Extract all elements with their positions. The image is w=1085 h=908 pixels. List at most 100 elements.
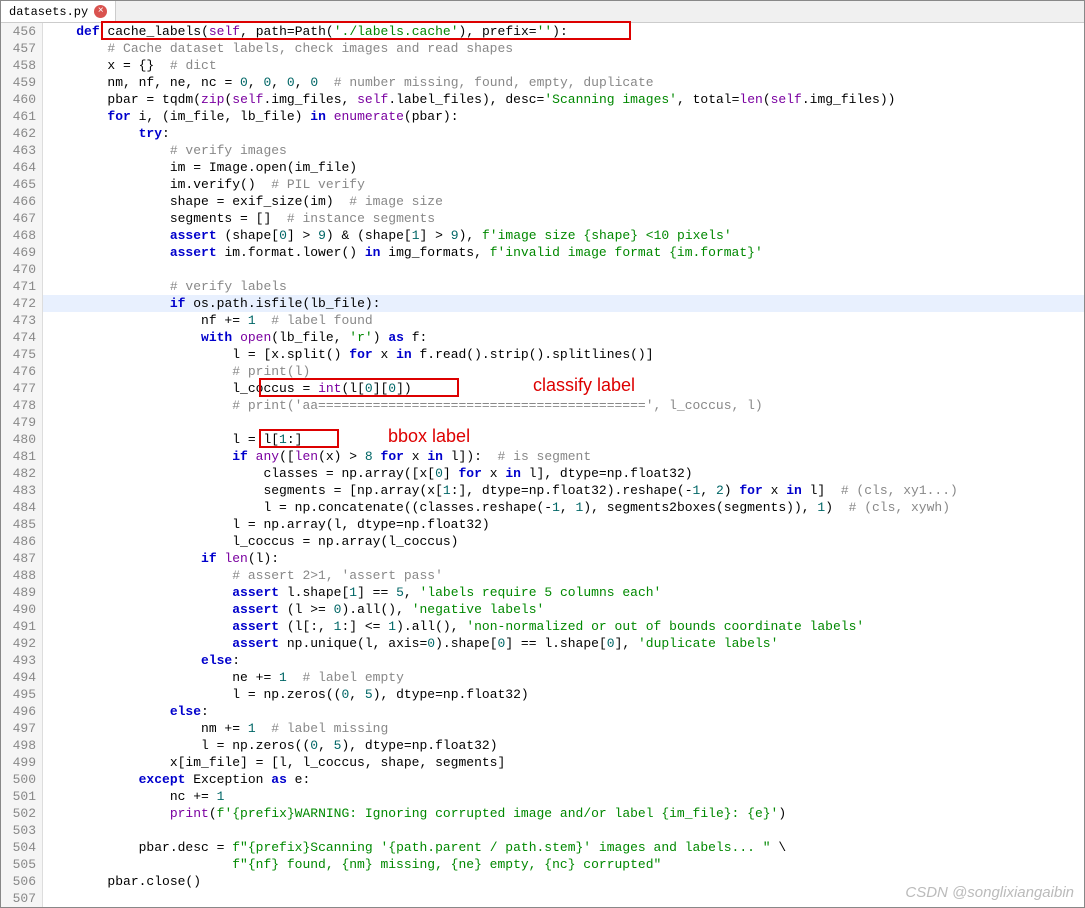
line-number: 507 xyxy=(1,890,42,907)
line-number: 499 xyxy=(1,754,42,771)
line-number: 456 xyxy=(1,23,42,40)
line-number: 495 xyxy=(1,686,42,703)
code-line[interactable]: assert (l >= 0).all(), 'negative labels' xyxy=(43,601,1084,618)
line-number: 476 xyxy=(1,363,42,380)
line-number: 466 xyxy=(1,193,42,210)
code-line[interactable]: try: xyxy=(43,125,1084,142)
line-number: 485 xyxy=(1,516,42,533)
code-line[interactable]: pbar.desc = f"{prefix}Scanning '{path.pa… xyxy=(43,839,1084,856)
code-line[interactable]: except Exception as e: xyxy=(43,771,1084,788)
line-number: 460 xyxy=(1,91,42,108)
line-number: 484 xyxy=(1,499,42,516)
line-number: 462 xyxy=(1,125,42,142)
code-line[interactable]: ne += 1 # label empty xyxy=(43,669,1084,686)
line-number: 489 xyxy=(1,584,42,601)
code-line[interactable]: # verify images xyxy=(43,142,1084,159)
code-line[interactable]: assert im.format.lower() in img_formats,… xyxy=(43,244,1084,261)
code-line[interactable]: im = Image.open(im_file) xyxy=(43,159,1084,176)
line-number: 467 xyxy=(1,210,42,227)
line-number: 457 xyxy=(1,40,42,57)
line-number: 472 xyxy=(1,295,42,312)
line-number: 490 xyxy=(1,601,42,618)
code-line[interactable]: l = np.zeros((0, 5), dtype=np.float32) xyxy=(43,737,1084,754)
code-line[interactable]: else: xyxy=(43,652,1084,669)
code-line[interactable] xyxy=(43,822,1084,839)
code-line[interactable]: l = [x.split() for x in f.read().strip()… xyxy=(43,346,1084,363)
code-line[interactable]: if any([len(x) > 8 for x in l]): # is se… xyxy=(43,448,1084,465)
code-line[interactable]: # assert 2>1, 'assert pass' xyxy=(43,567,1084,584)
line-number: 477 xyxy=(1,380,42,397)
line-number: 464 xyxy=(1,159,42,176)
line-number: 491 xyxy=(1,618,42,635)
line-number: 488 xyxy=(1,567,42,584)
code-line[interactable]: def cache_labels(self, path=Path('./labe… xyxy=(43,23,1084,40)
code-line[interactable] xyxy=(43,261,1084,278)
code-line[interactable]: if os.path.isfile(lb_file): xyxy=(43,295,1084,312)
code-line[interactable]: nm += 1 # label missing xyxy=(43,720,1084,737)
line-number: 480 xyxy=(1,431,42,448)
code-line[interactable]: # Cache dataset labels, check images and… xyxy=(43,40,1084,57)
code-line[interactable]: assert l.shape[1] == 5, 'labels require … xyxy=(43,584,1084,601)
code-line[interactable] xyxy=(43,414,1084,431)
line-number: 465 xyxy=(1,176,42,193)
code-line[interactable]: l_coccus = np.array(l_coccus) xyxy=(43,533,1084,550)
tab-label: datasets.py xyxy=(9,5,88,19)
line-number: 471 xyxy=(1,278,42,295)
close-icon[interactable]: × xyxy=(94,5,107,18)
line-number: 501 xyxy=(1,788,42,805)
line-number: 461 xyxy=(1,108,42,125)
line-number: 497 xyxy=(1,720,42,737)
code-area[interactable]: classify label bbox label def cache_labe… xyxy=(43,23,1084,907)
line-number: 498 xyxy=(1,737,42,754)
code-line[interactable]: f"{nf} found, {nm} missing, {ne} empty, … xyxy=(43,856,1084,873)
code-line[interactable]: classes = np.array([x[0] for x in l], dt… xyxy=(43,465,1084,482)
code-line[interactable]: x[im_file] = [l, l_coccus, shape, segmen… xyxy=(43,754,1084,771)
line-number: 493 xyxy=(1,652,42,669)
code-line[interactable]: # print('aa=============================… xyxy=(43,397,1084,414)
code-line[interactable]: if len(l): xyxy=(43,550,1084,567)
line-number: 470 xyxy=(1,261,42,278)
code-line[interactable]: x = {} # dict xyxy=(43,57,1084,74)
line-number: 503 xyxy=(1,822,42,839)
code-line[interactable]: nc += 1 xyxy=(43,788,1084,805)
line-number: 479 xyxy=(1,414,42,431)
tab-bar: datasets.py × xyxy=(1,1,1084,23)
line-number: 468 xyxy=(1,227,42,244)
code-line[interactable]: l = np.concatenate((classes.reshape(-1, … xyxy=(43,499,1084,516)
line-number: 459 xyxy=(1,74,42,91)
code-line[interactable]: # verify labels xyxy=(43,278,1084,295)
code-line[interactable]: print(f'{prefix}WARNING: Ignoring corrup… xyxy=(43,805,1084,822)
file-tab[interactable]: datasets.py × xyxy=(1,1,116,22)
code-line[interactable]: assert (l[:, 1:] <= 1).all(), 'non-norma… xyxy=(43,618,1084,635)
line-number: 481 xyxy=(1,448,42,465)
line-number-gutter: 4564574584594604614624634644654664674684… xyxy=(1,23,43,907)
code-line[interactable]: nf += 1 # label found xyxy=(43,312,1084,329)
code-line[interactable]: with open(lb_file, 'r') as f: xyxy=(43,329,1084,346)
code-line[interactable]: l_coccus = int(l[0][0]) xyxy=(43,380,1084,397)
line-number: 504 xyxy=(1,839,42,856)
code-line[interactable]: l = l[1:] xyxy=(43,431,1084,448)
line-number: 494 xyxy=(1,669,42,686)
code-line[interactable]: l = np.zeros((0, 5), dtype=np.float32) xyxy=(43,686,1084,703)
code-line[interactable]: shape = exif_size(im) # image size xyxy=(43,193,1084,210)
code-line[interactable]: pbar = tqdm(zip(self.img_files, self.lab… xyxy=(43,91,1084,108)
code-line[interactable]: else: xyxy=(43,703,1084,720)
line-number: 506 xyxy=(1,873,42,890)
line-number: 500 xyxy=(1,771,42,788)
code-line[interactable]: assert (shape[0] > 9) & (shape[1] > 9), … xyxy=(43,227,1084,244)
line-number: 458 xyxy=(1,57,42,74)
code-line[interactable]: assert np.unique(l, axis=0).shape[0] == … xyxy=(43,635,1084,652)
line-number: 473 xyxy=(1,312,42,329)
line-number: 505 xyxy=(1,856,42,873)
code-line[interactable]: nm, nf, ne, nc = 0, 0, 0, 0 # number mis… xyxy=(43,74,1084,91)
code-line[interactable]: segments = [np.array(x[1:], dtype=np.flo… xyxy=(43,482,1084,499)
code-line[interactable]: for i, (im_file, lb_file) in enumerate(p… xyxy=(43,108,1084,125)
code-line[interactable]: segments = [] # instance segments xyxy=(43,210,1084,227)
line-number: 463 xyxy=(1,142,42,159)
code-editor: 4564574584594604614624634644654664674684… xyxy=(1,23,1084,907)
code-line[interactable]: im.verify() # PIL verify xyxy=(43,176,1084,193)
code-line[interactable]: l = np.array(l, dtype=np.float32) xyxy=(43,516,1084,533)
line-number: 496 xyxy=(1,703,42,720)
line-number: 469 xyxy=(1,244,42,261)
code-line[interactable]: # print(l) xyxy=(43,363,1084,380)
